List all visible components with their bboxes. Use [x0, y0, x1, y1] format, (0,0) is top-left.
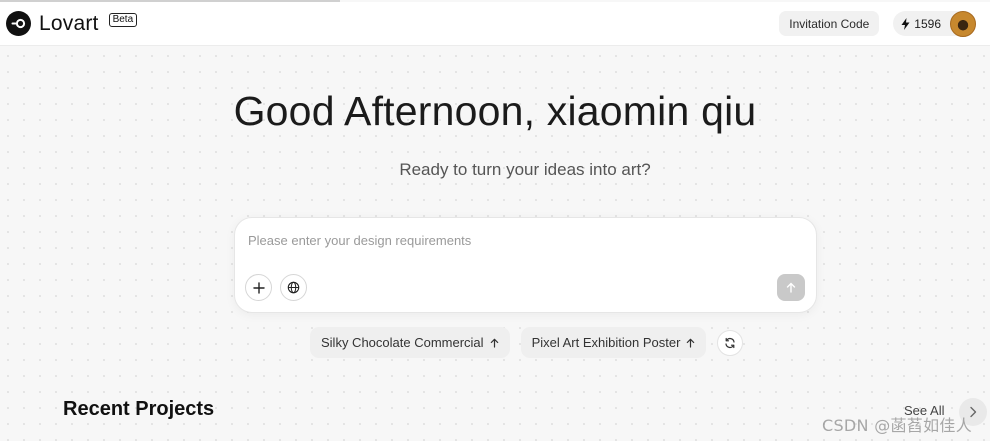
suggestion-chips: Silky Chocolate Commercial Pixel Art Exh… — [310, 327, 744, 358]
brand[interactable]: Lovart Beta — [6, 11, 138, 36]
watermark: CSDN @菡萏如佳人 — [822, 416, 973, 435]
refresh-suggestions-button[interactable] — [717, 329, 744, 356]
plus-icon — [252, 281, 265, 294]
prompt-box — [234, 217, 817, 313]
greeting-subtitle: Ready to turn your ideas into art? — [399, 160, 651, 179]
brand-name: Lovart — [39, 11, 99, 35]
lovart-logo-icon — [6, 11, 31, 36]
add-attachment-button[interactable] — [245, 274, 272, 301]
credits-count: 1596 — [914, 16, 941, 31]
credits-pill[interactable]: 1596 — [893, 10, 976, 37]
refresh-icon — [725, 337, 736, 348]
globe-icon — [287, 281, 300, 294]
suggestion-chip[interactable]: Pixel Art Exhibition Poster — [520, 327, 707, 358]
recent-projects-title: Recent Projects — [63, 398, 215, 420]
lightning-icon — [901, 17, 910, 30]
suggestion-label: Silky Chocolate Commercial — [321, 335, 484, 350]
web-search-button[interactable] — [280, 274, 307, 301]
arrow-up-icon — [490, 338, 498, 348]
design-requirements-input[interactable] — [248, 233, 788, 248]
invitation-code-button[interactable]: Invitation Code — [779, 11, 880, 36]
avatar[interactable] — [950, 10, 976, 37]
suggestion-label: Pixel Art Exhibition Poster — [531, 335, 681, 350]
top-bar: Lovart Beta Invitation Code 1596 — [0, 2, 990, 46]
greeting-title: Good Afternoon, xiaomin qiu — [233, 88, 757, 134]
suggestion-chip[interactable]: Silky Chocolate Commercial — [310, 327, 510, 358]
arrow-up-icon — [786, 282, 796, 293]
send-button[interactable] — [777, 274, 805, 301]
arrow-up-icon — [687, 338, 695, 348]
beta-badge: Beta — [108, 12, 138, 27]
